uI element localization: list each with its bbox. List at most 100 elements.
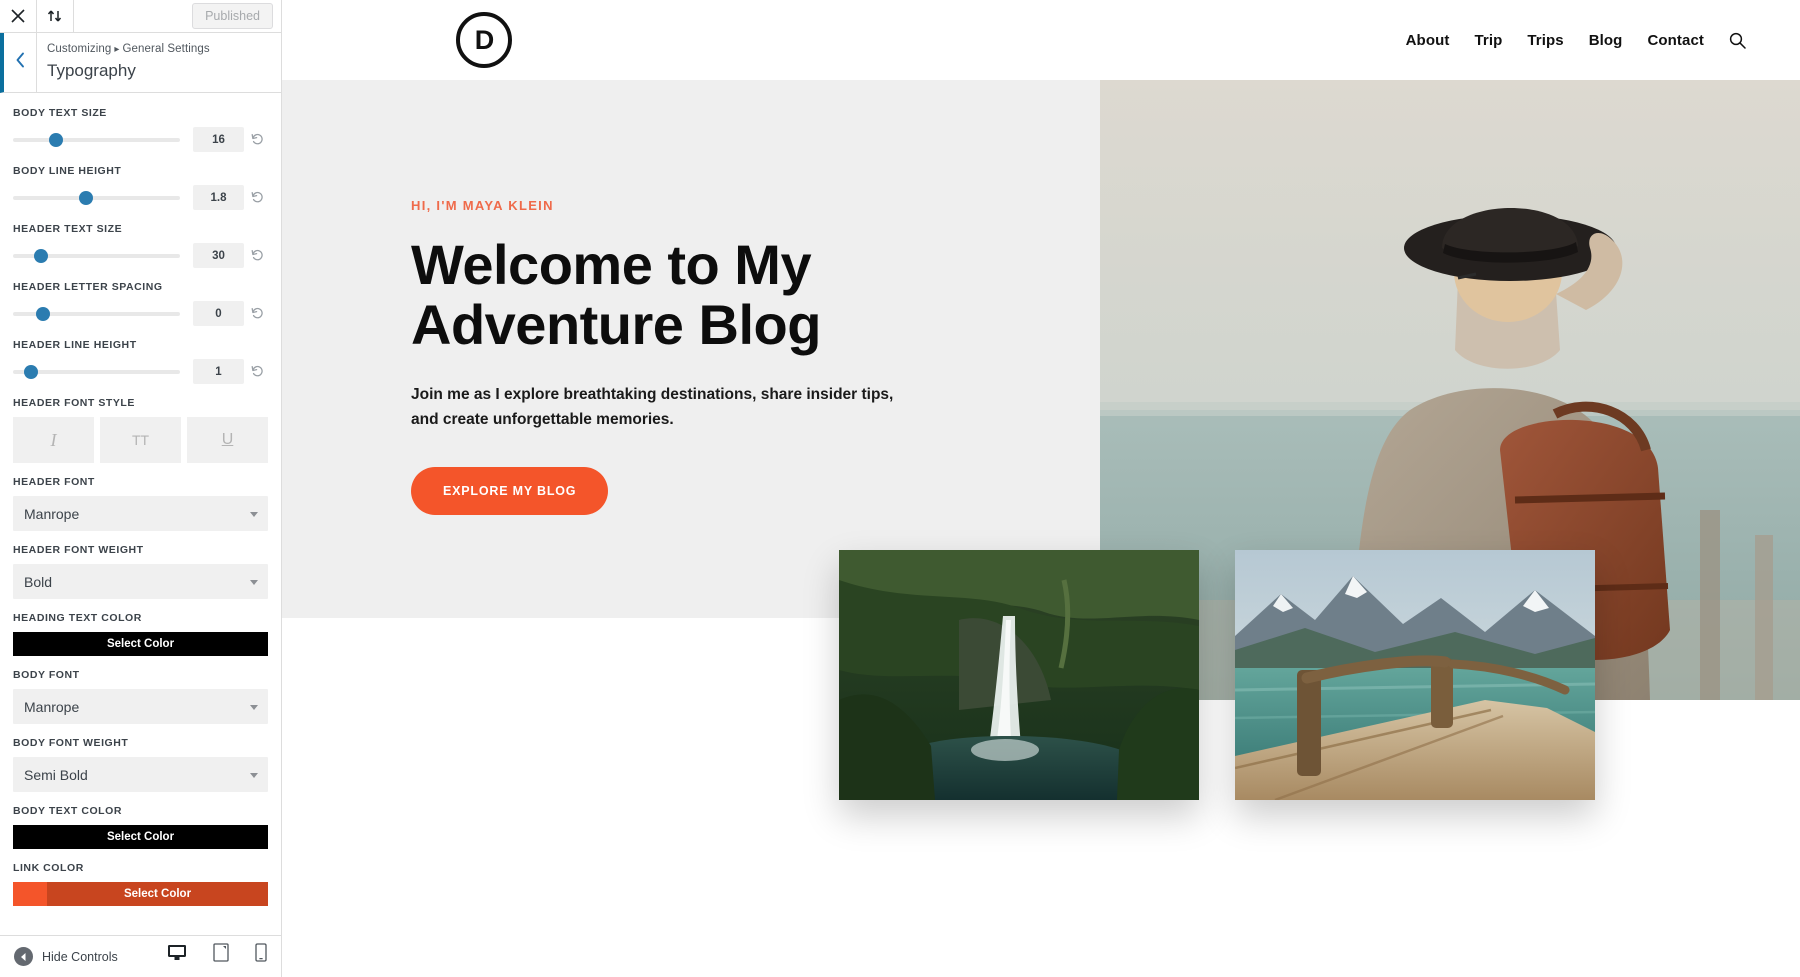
control-label: Body Line Height bbox=[13, 165, 122, 177]
header-line-height-value[interactable]: 1 bbox=[193, 359, 244, 384]
panel-titles: Customizing ▸ General Settings Typography bbox=[37, 33, 210, 92]
body-font-weight-value: Semi Bold bbox=[24, 766, 88, 783]
header-font-weight-select[interactable]: Bold bbox=[13, 564, 268, 599]
mobile-icon bbox=[255, 943, 267, 967]
customizer-topbar: Published bbox=[0, 0, 281, 33]
breadcrumb-root: Customizing bbox=[47, 43, 112, 55]
collapse-expand-icon bbox=[47, 9, 63, 23]
slider-row: 1.8 bbox=[13, 185, 268, 210]
header-text-size-value[interactable]: 30 bbox=[193, 243, 244, 268]
body-text-color-picker[interactable]: Select Color bbox=[13, 825, 268, 849]
mobile-preview-button[interactable] bbox=[255, 943, 267, 970]
slider-row: 16 bbox=[13, 127, 268, 152]
heading-select-color-button[interactable]: Select Color bbox=[13, 632, 268, 656]
reset-icon[interactable] bbox=[246, 191, 268, 204]
desktop-icon bbox=[167, 944, 187, 966]
hero-section: HI, I'M MAYA KLEIN Welcome to My Adventu… bbox=[282, 80, 1800, 700]
control-body-font-weight: Body Font Weight Semi Bold bbox=[13, 737, 268, 792]
nav-item-trips[interactable]: Trips bbox=[1527, 32, 1563, 49]
body-font-weight-select[interactable]: Semi Bold bbox=[13, 757, 268, 792]
published-button[interactable]: Published bbox=[192, 2, 273, 30]
control-body-font: Body Font Manrope bbox=[13, 669, 268, 724]
reset-icon[interactable] bbox=[246, 133, 268, 146]
desktop-preview-button[interactable] bbox=[167, 944, 187, 969]
control-label: Header Font bbox=[13, 476, 95, 488]
control-label: Header Letter Spacing bbox=[13, 281, 163, 293]
control-label: Body Font Weight bbox=[13, 737, 129, 749]
slider-knob[interactable] bbox=[49, 132, 64, 147]
nav-item-contact[interactable]: Contact bbox=[1647, 32, 1704, 49]
nav-item-blog[interactable]: Blog bbox=[1589, 32, 1623, 49]
control-label: Header Font Style bbox=[13, 397, 135, 409]
header-letter-spacing-value[interactable]: 0 bbox=[193, 301, 244, 326]
link-select-color-button[interactable]: Select Color bbox=[47, 882, 268, 906]
body-font-value: Manrope bbox=[24, 698, 80, 715]
hide-controls-button[interactable]: Hide Controls bbox=[14, 947, 118, 966]
header-line-height-slider[interactable] bbox=[13, 364, 180, 379]
header-text-size-slider[interactable] bbox=[13, 248, 180, 263]
collapse-expand-button[interactable] bbox=[37, 0, 74, 32]
control-label: Body Text Color bbox=[13, 805, 122, 817]
body-line-height-value[interactable]: 1.8 bbox=[193, 185, 244, 210]
slider-knob[interactable] bbox=[24, 364, 39, 379]
link-color-swatch[interactable] bbox=[13, 882, 47, 906]
slider-knob[interactable] bbox=[36, 306, 51, 321]
control-label: Header Text Size bbox=[13, 223, 123, 235]
hero-eyebrow: HI, I'M MAYA KLEIN bbox=[411, 198, 554, 213]
explore-my-blog-button[interactable]: EXPLORE MY BLOG bbox=[411, 467, 609, 516]
panel-title: Typography bbox=[47, 60, 136, 80]
slider-row: 0 bbox=[13, 301, 268, 326]
customizer-app: Published Customizing ▸ General Settings T… bbox=[0, 0, 1800, 977]
panel-back-button[interactable] bbox=[4, 33, 37, 92]
tablet-preview-button[interactable] bbox=[213, 943, 229, 970]
control-header-font: Header Font Manrope bbox=[13, 476, 268, 531]
divi-logo[interactable]: D bbox=[456, 12, 512, 68]
nav-item-trip[interactable]: Trip bbox=[1474, 32, 1502, 49]
close-customizer-button[interactable] bbox=[0, 0, 37, 32]
logo-letter: D bbox=[474, 24, 494, 55]
control-body-text-size: Body Text Size 16 bbox=[13, 107, 268, 152]
header-letter-spacing-slider[interactable] bbox=[13, 306, 180, 321]
panel-header: Customizing ▸ General Settings Typography bbox=[0, 33, 281, 93]
reset-icon[interactable] bbox=[246, 365, 268, 378]
card-pier[interactable] bbox=[1235, 550, 1595, 800]
body-text-size-value[interactable]: 16 bbox=[193, 127, 244, 152]
slider-knob[interactable] bbox=[34, 248, 49, 263]
chevron-left-icon bbox=[15, 52, 26, 73]
tablet-icon bbox=[213, 943, 229, 967]
hero-subtitle: Join me as I explore breathtaking destin… bbox=[411, 385, 894, 428]
control-heading-text-color: Heading Text Color Select Color bbox=[13, 612, 268, 656]
reset-icon[interactable] bbox=[246, 307, 268, 320]
body-font-select[interactable]: Manrope bbox=[13, 689, 268, 724]
device-preview-switcher bbox=[167, 943, 267, 970]
reset-icon[interactable] bbox=[246, 249, 268, 262]
control-header-text-size: Header Text Size 30 bbox=[13, 223, 268, 268]
nav-item-about[interactable]: About bbox=[1406, 32, 1450, 49]
breadcrumb-parent: General Settings bbox=[122, 43, 210, 55]
header-font-weight-value: Bold bbox=[24, 573, 53, 590]
link-color-picker[interactable]: Select Color bbox=[13, 882, 268, 906]
italic-button[interactable]: I bbox=[13, 417, 94, 463]
control-body-text-color: Body Text Color Select Color bbox=[13, 805, 268, 849]
site-header: D About Trip Trips Blog Contact bbox=[282, 0, 1800, 80]
control-label: Body Font bbox=[13, 669, 80, 681]
customizer-sidebar: Published Customizing ▸ General Settings T… bbox=[0, 0, 282, 977]
arrow-left-circle-icon bbox=[14, 947, 33, 966]
control-body-line-height: Body Line Height 1.8 bbox=[13, 165, 268, 210]
underline-button[interactable]: U bbox=[187, 417, 268, 463]
heading-text-color-picker[interactable]: Select Color bbox=[13, 632, 268, 656]
control-header-font-weight: Header Font Weight Bold bbox=[13, 544, 268, 599]
header-font-select[interactable]: Manrope bbox=[13, 496, 268, 531]
body-select-color-button[interactable]: Select Color bbox=[13, 825, 268, 849]
slider-row: 30 bbox=[13, 243, 268, 268]
chevron-down-icon bbox=[250, 772, 258, 778]
body-text-size-slider[interactable] bbox=[13, 132, 180, 147]
slider-knob[interactable] bbox=[79, 190, 94, 205]
body-line-height-slider[interactable] bbox=[13, 190, 180, 205]
panel-controls: Body Text Size 16 Body Line Height bbox=[0, 93, 281, 935]
control-label: Header Font Weight bbox=[13, 544, 144, 556]
card-waterfall[interactable] bbox=[839, 550, 1199, 800]
search-icon[interactable] bbox=[1729, 32, 1746, 49]
uppercase-button[interactable]: TT bbox=[100, 417, 181, 463]
